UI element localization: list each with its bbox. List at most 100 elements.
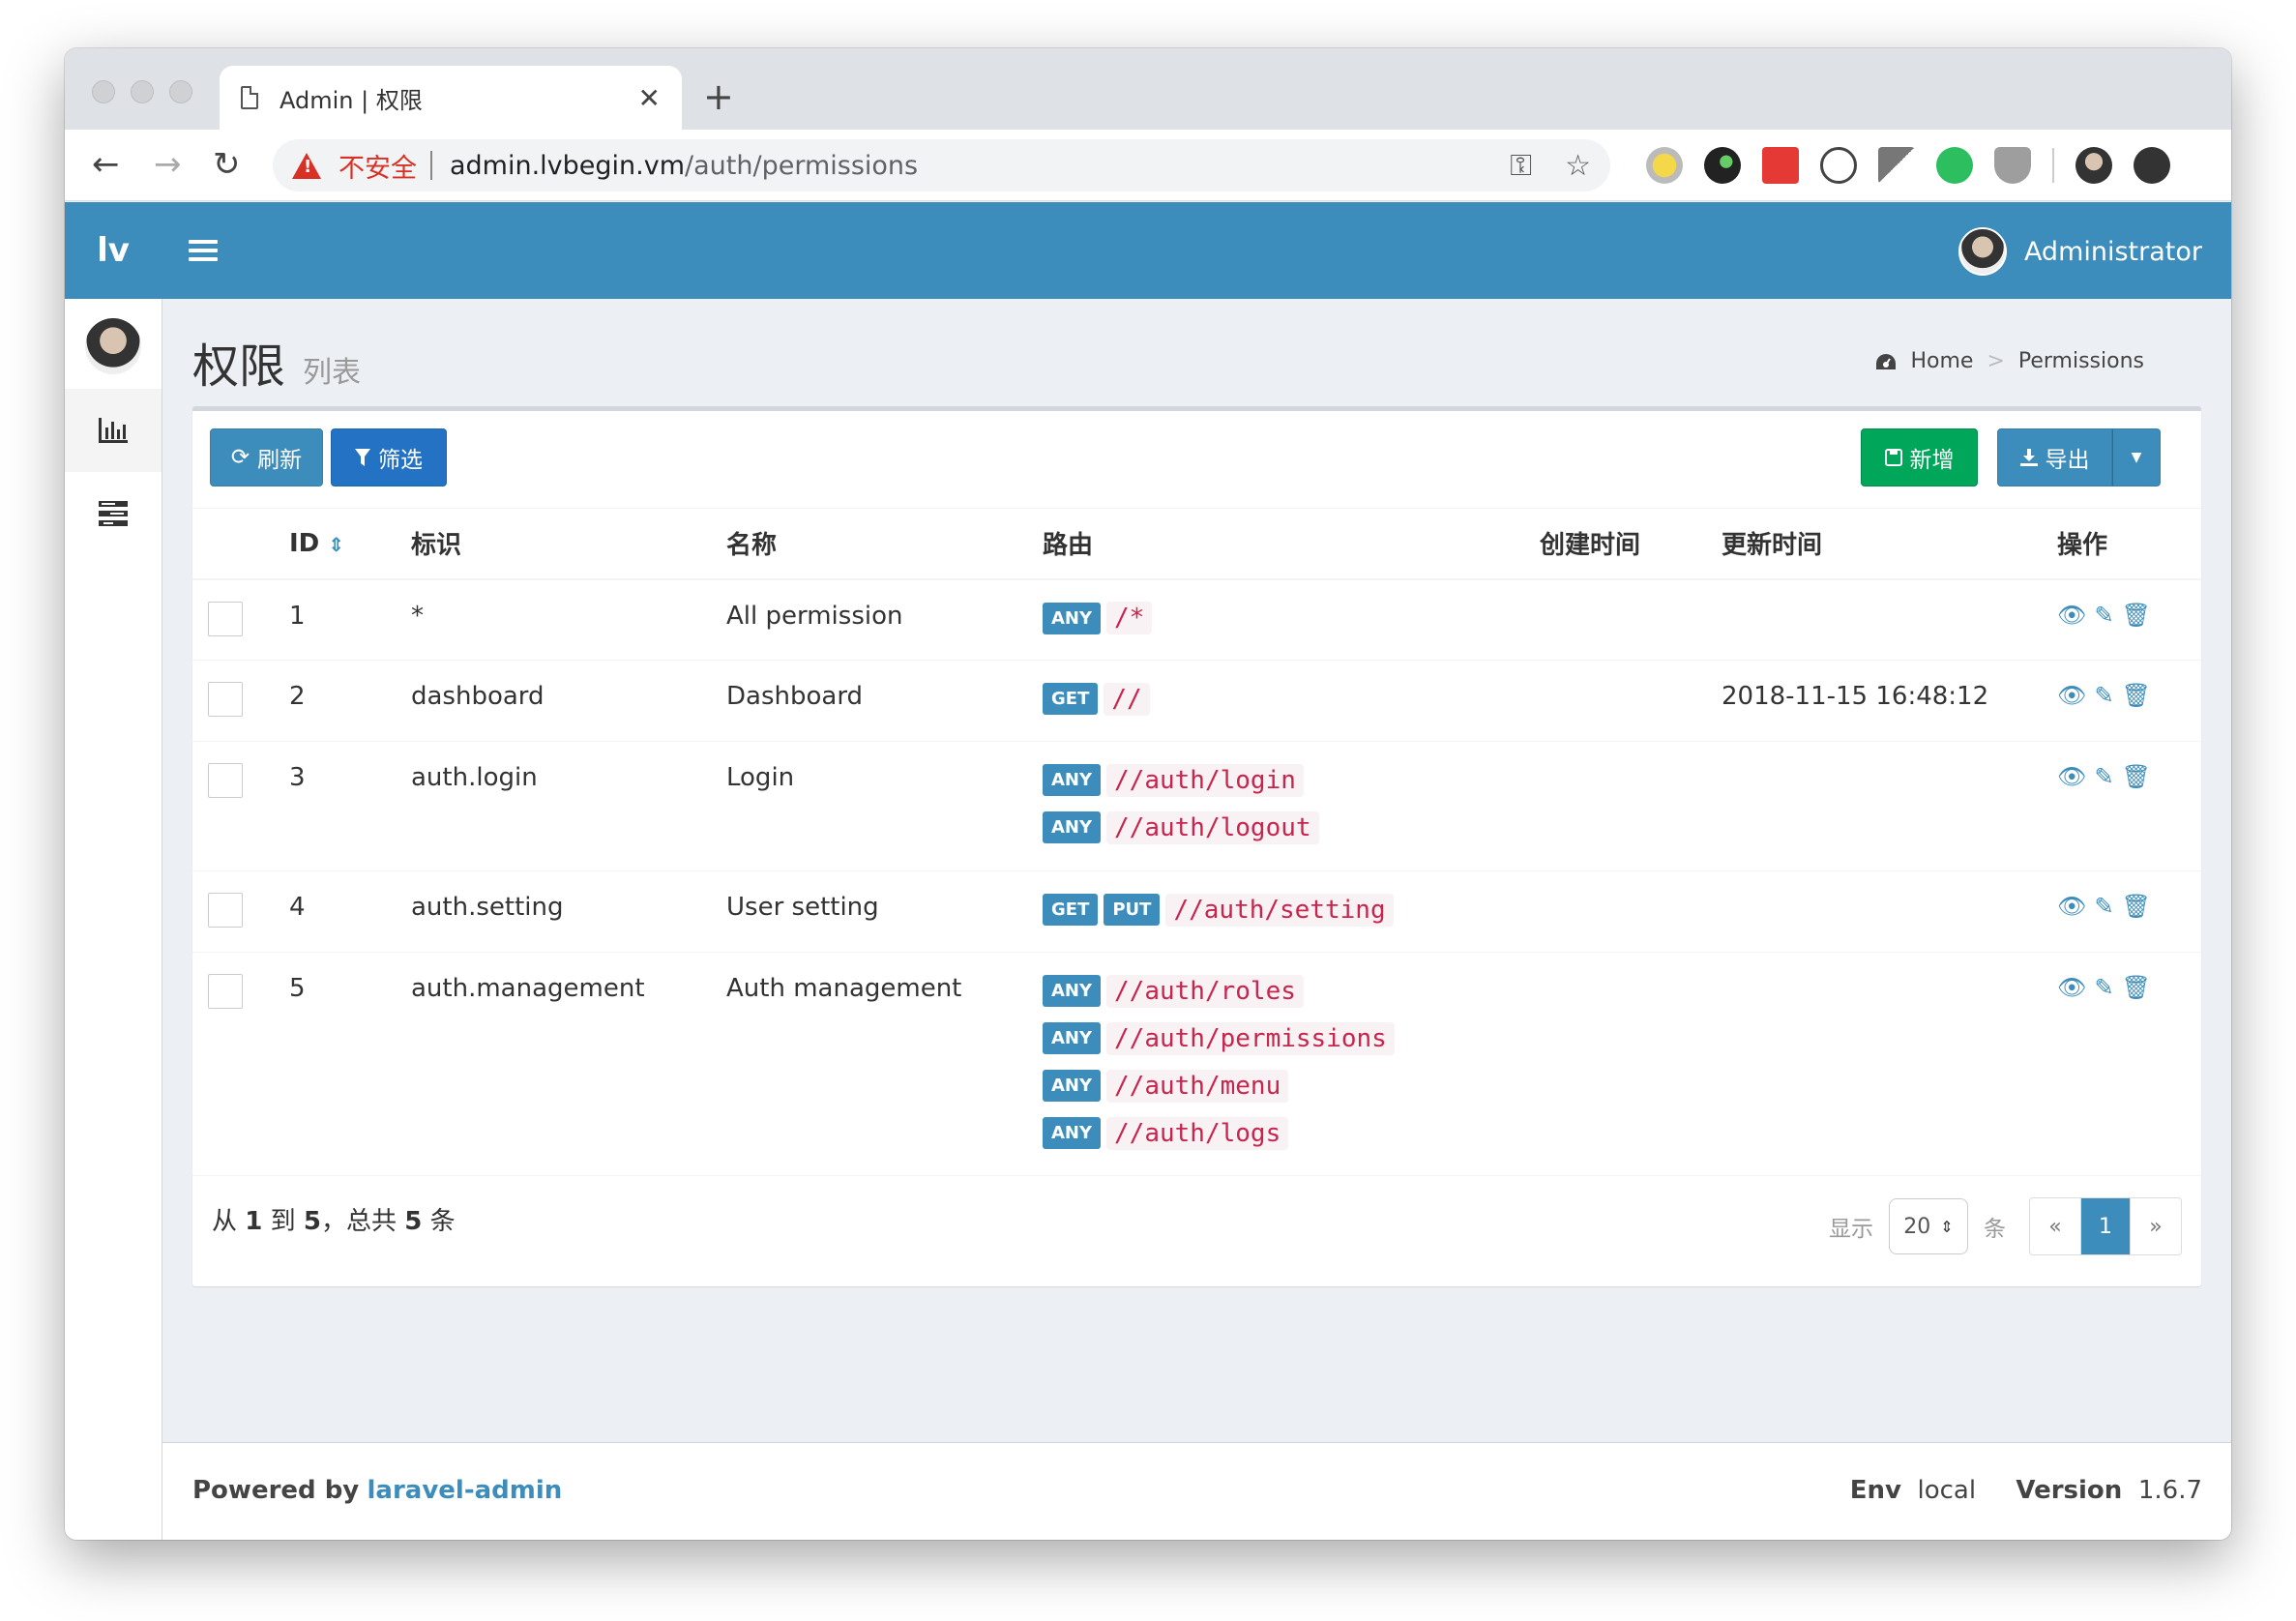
address-bar[interactable]: 不安全 admin.lvbegin.vm/auth/permissions ⚿ … bbox=[273, 139, 1610, 192]
cell-actions: 👁 ✎ 🗑 bbox=[2057, 578, 2201, 661]
cell-id: 2 bbox=[289, 660, 411, 742]
extension-info-icon[interactable] bbox=[1820, 147, 1857, 184]
maximize-window-button[interactable] bbox=[169, 80, 192, 103]
edit-icon[interactable]: ✎ bbox=[2094, 602, 2113, 629]
extension-red-icon[interactable] bbox=[1762, 147, 1799, 184]
update-icon[interactable] bbox=[2134, 147, 2170, 184]
http-method-badge: ANY bbox=[1043, 975, 1102, 1007]
edit-icon[interactable]: ✎ bbox=[2094, 893, 2113, 920]
http-method-badge: ANY bbox=[1043, 1022, 1102, 1054]
view-icon[interactable]: 👁 bbox=[2057, 974, 2086, 1001]
document-icon bbox=[241, 86, 258, 109]
reload-button[interactable]: ↻ bbox=[213, 145, 241, 184]
cell-updated bbox=[1722, 741, 2057, 871]
select-column-header bbox=[192, 508, 289, 580]
http-method-badge: ANY bbox=[1043, 602, 1102, 634]
back-button[interactable]: ← bbox=[92, 145, 120, 184]
cell-actions: 👁 ✎ 🗑 bbox=[2057, 741, 2201, 871]
row-checkbox[interactable] bbox=[208, 601, 243, 636]
filter-button[interactable]: 筛选 bbox=[331, 428, 447, 486]
minimize-window-button[interactable] bbox=[131, 80, 154, 103]
edit-icon[interactable]: ✎ bbox=[2094, 974, 2113, 1001]
cell-id: 3 bbox=[289, 741, 411, 871]
row-checkbox[interactable] bbox=[208, 893, 243, 928]
edit-icon[interactable]: ✎ bbox=[2094, 763, 2113, 790]
http-method-badge: ANY bbox=[1043, 764, 1102, 796]
trash-icon[interactable]: 🗑 bbox=[2122, 682, 2151, 709]
row-checkbox[interactable] bbox=[208, 974, 243, 1009]
extension-v-icon[interactable] bbox=[1878, 147, 1915, 184]
dashboard-icon bbox=[1876, 353, 1897, 369]
row-checkbox[interactable] bbox=[208, 763, 243, 798]
per-page-select[interactable]: 20 ⇕ bbox=[1889, 1198, 1968, 1254]
table-row: 2 dashboard Dashboard GET // 2018-11-15 … bbox=[192, 660, 2201, 742]
sort-icon[interactable]: ⇕ bbox=[328, 533, 344, 556]
page-subtitle: 列表 bbox=[303, 356, 362, 390]
cell-id: 5 bbox=[289, 952, 411, 1178]
laravel-admin-link[interactable]: laravel-admin bbox=[368, 1476, 563, 1505]
security-label: 不安全 bbox=[339, 153, 417, 184]
create-button[interactable]: 新增 bbox=[1861, 428, 1978, 486]
table-row: 3 auth.login Login ANY //auth/login ANY … bbox=[192, 741, 2201, 871]
sidebar-item-admin[interactable] bbox=[65, 472, 162, 555]
app-logo[interactable]: lv bbox=[65, 202, 162, 299]
star-icon[interactable]: ☆ bbox=[1565, 149, 1591, 183]
route-path: //auth/permissions bbox=[1106, 1021, 1395, 1055]
sidebar-toggle-icon[interactable] bbox=[189, 229, 218, 272]
close-tab-icon[interactable]: ✕ bbox=[638, 82, 661, 114]
forward-button[interactable]: → bbox=[154, 145, 182, 184]
bar-chart-icon bbox=[99, 418, 128, 443]
page-1-button[interactable]: 1 bbox=[2080, 1198, 2131, 1254]
trash-icon[interactable]: 🗑 bbox=[2122, 893, 2151, 920]
cell-created bbox=[1540, 578, 1722, 661]
extension-yellow-icon[interactable] bbox=[1646, 147, 1683, 184]
route-entry: ANY //auth/logout bbox=[1043, 810, 1540, 844]
sidebar-item-dashboard[interactable] bbox=[65, 389, 162, 472]
shield-icon[interactable] bbox=[1994, 147, 2031, 184]
address-separator bbox=[430, 151, 432, 180]
export-dropdown-toggle[interactable]: ▼ bbox=[2112, 428, 2161, 486]
http-method-badge: ANY bbox=[1043, 1070, 1102, 1102]
prev-page-button[interactable]: « bbox=[2030, 1198, 2080, 1254]
trash-icon[interactable]: 🗑 bbox=[2122, 974, 2151, 1001]
new-tab-button[interactable]: + bbox=[703, 75, 734, 118]
column-header-id[interactable]: ID ⇕ bbox=[289, 508, 411, 580]
extension-dark-icon[interactable] bbox=[1704, 147, 1741, 184]
export-button[interactable]: 导出 bbox=[1997, 428, 2112, 486]
key-icon[interactable]: ⚿ bbox=[1510, 149, 1532, 183]
view-icon[interactable]: 👁 bbox=[2057, 682, 2086, 709]
trash-icon[interactable]: 🗑 bbox=[2122, 602, 2151, 629]
user-menu[interactable]: Administrator bbox=[1957, 227, 2202, 276]
row-checkbox[interactable] bbox=[208, 682, 243, 717]
breadcrumb: Home > Permissions bbox=[1875, 349, 2144, 373]
breadcrumb-separator: > bbox=[1987, 349, 2005, 373]
env-version: Env local Version 1.6.7 bbox=[1849, 1476, 2202, 1505]
cell-routes: GET PUT //auth/setting bbox=[1043, 870, 1540, 953]
view-icon[interactable]: 👁 bbox=[2057, 763, 2086, 790]
route-path: //auth/logout bbox=[1106, 810, 1319, 844]
close-window-button[interactable] bbox=[92, 80, 115, 103]
refresh-icon: ⟳ bbox=[230, 445, 250, 470]
trash-icon[interactable]: 🗑 bbox=[2122, 763, 2151, 790]
edit-icon[interactable]: ✎ bbox=[2094, 682, 2113, 709]
cell-updated bbox=[1722, 952, 2057, 1178]
profile-avatar-icon[interactable] bbox=[2075, 147, 2112, 184]
page-title: 权限 bbox=[192, 339, 286, 394]
column-header-actions: 操作 bbox=[2057, 508, 2201, 580]
url-path: /auth/permissions bbox=[685, 150, 919, 181]
cell-slug: auth.management bbox=[411, 952, 726, 1178]
evernote-icon[interactable] bbox=[1936, 147, 1973, 184]
browser-tab[interactable]: Admin | 权限 ✕ bbox=[220, 66, 682, 130]
route-entry: ANY //auth/logs bbox=[1043, 1116, 1540, 1150]
view-icon[interactable]: 👁 bbox=[2057, 893, 2086, 920]
view-icon[interactable]: 👁 bbox=[2057, 602, 2086, 629]
table-row: 5 auth.management Auth management ANY //… bbox=[192, 952, 2201, 1178]
refresh-button[interactable]: ⟳ 刷新 bbox=[210, 428, 323, 486]
breadcrumb-home[interactable]: Home bbox=[1910, 349, 1973, 373]
next-page-button[interactable]: » bbox=[2131, 1198, 2181, 1254]
download-icon bbox=[2019, 449, 2038, 466]
route-path: /* bbox=[1106, 602, 1153, 634]
column-header-name: 名称 bbox=[726, 508, 1043, 580]
cell-created bbox=[1540, 741, 1722, 871]
route-entry: GET // bbox=[1043, 682, 1540, 716]
